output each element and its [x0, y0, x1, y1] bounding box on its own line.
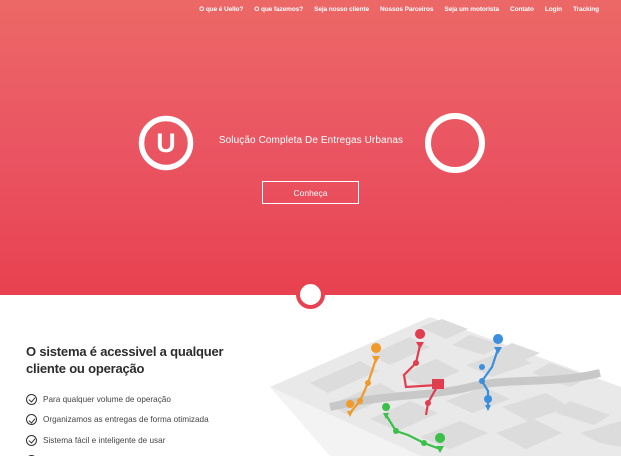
route-map-illustration [270, 317, 621, 456]
feature-list: Para qualquer volume de operação Organiz… [26, 389, 209, 456]
list-item: Sistema fácil e inteligente de usar [26, 430, 209, 451]
logo-letter: U [156, 128, 176, 158]
list-item: Organizamos as entregas de forma otimiza… [26, 410, 209, 431]
nav-partners[interactable]: Nossos Parceiros [380, 6, 433, 13]
feature-text: Sistema fácil e inteligente de usar [43, 435, 166, 445]
ring-icon [425, 113, 485, 173]
hero-tagline: Solução Completa De Entregas Urbanas [218, 135, 404, 146]
feature-text: Para qualquer volume de operação [43, 394, 171, 404]
check-circle-icon [26, 414, 37, 426]
check-circle-icon [26, 434, 37, 446]
nav-be-driver[interactable]: Seja um motorista [444, 6, 499, 13]
list-item [26, 451, 209, 456]
conheca-button[interactable]: Conheça [262, 181, 359, 204]
check-circle-icon [26, 393, 37, 405]
truck-icon [432, 379, 444, 389]
nav-login[interactable]: Login [545, 6, 562, 13]
top-nav: O que é Uello? O que fazemos? Seja nosso… [188, 6, 599, 13]
list-item: Para qualquer volume de operação [26, 389, 209, 410]
nav-contact[interactable]: Contato [510, 6, 534, 13]
hero-section: O que é Uello? O que fazemos? Seja nosso… [0, 0, 621, 295]
feature-text: Organizamos as entregas de forma otimiza… [43, 415, 209, 425]
section-divider-dot [296, 280, 325, 309]
nav-what-is-uello[interactable]: O que é Uello? [199, 6, 243, 13]
uello-logo-icon: U [138, 115, 194, 171]
nav-tracking[interactable]: Tracking [573, 6, 599, 13]
nav-what-we-do[interactable]: O que fazemos? [254, 6, 303, 13]
section-title: O sistema é acessivel a qualquer cliente… [26, 344, 224, 376]
nav-be-client[interactable]: Seja nosso cliente [314, 6, 369, 13]
